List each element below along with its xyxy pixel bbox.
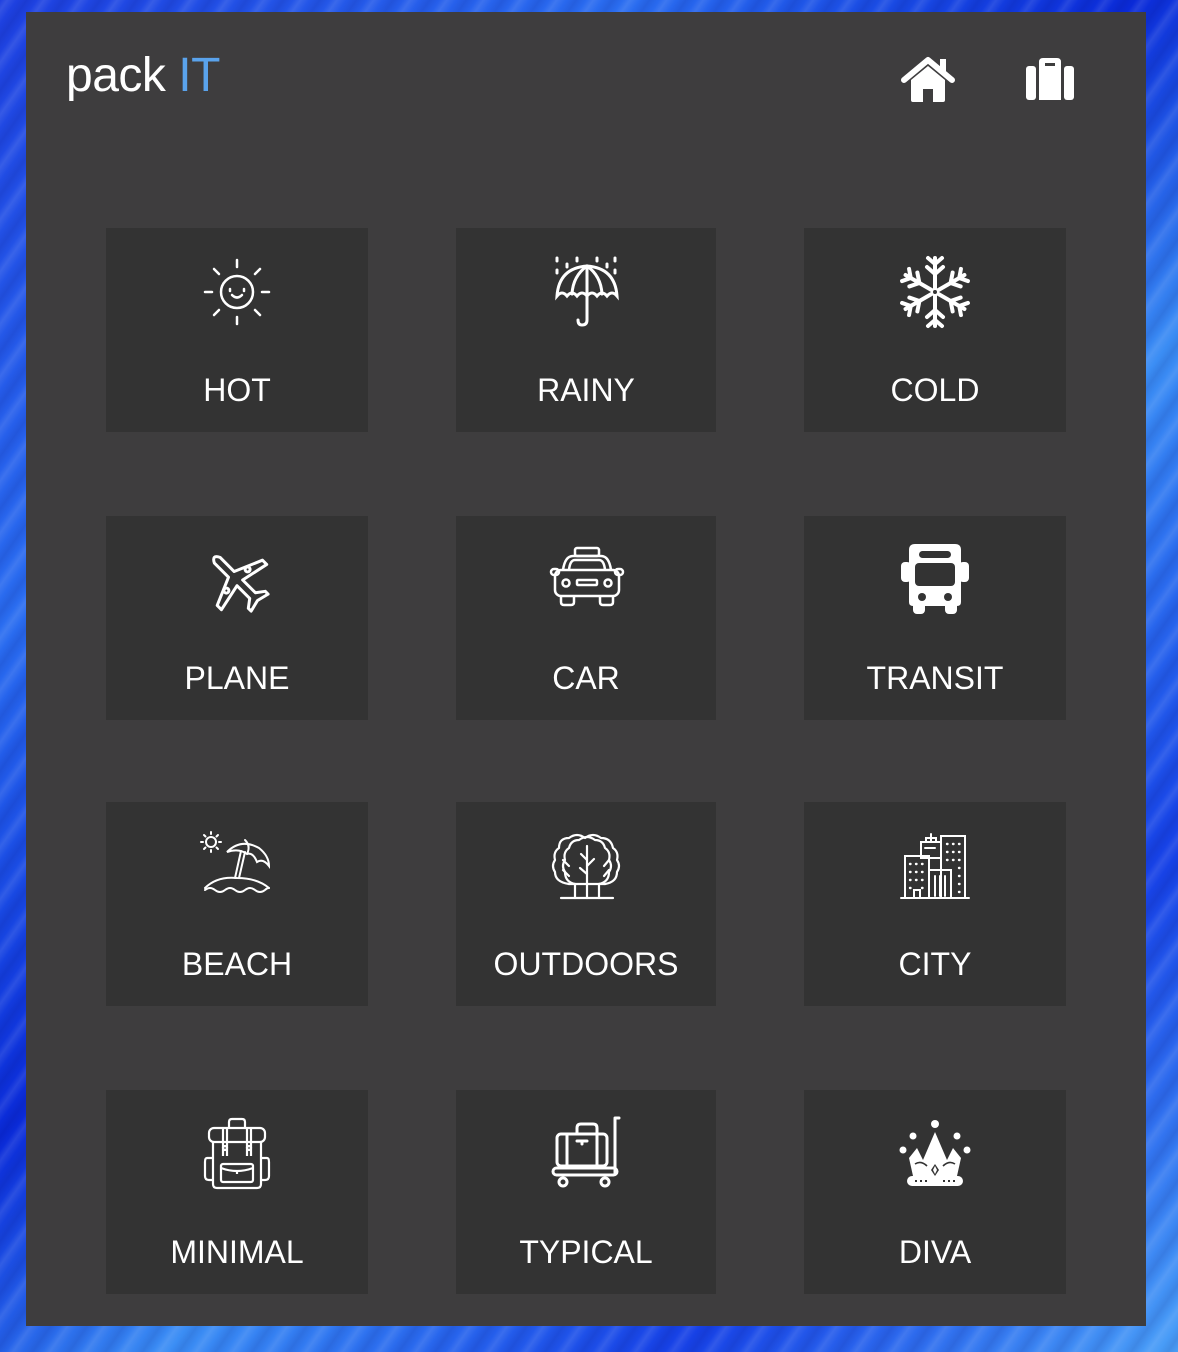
suitcase-icon [1024,56,1076,104]
app-logo[interactable]: pack IT [66,48,220,104]
category-label: HOT [203,372,271,408]
trees-icon [547,826,627,906]
category-label: COLD [890,372,980,408]
category-minimal[interactable]: MINIMAL [106,1090,368,1294]
home-button[interactable] [898,52,958,108]
umbrella-rain-icon [547,252,627,332]
app-panel: pack IT HOT RAINY COLD PLANE CAR TRANSIT… [26,12,1146,1326]
category-label: BEACH [181,946,293,982]
category-label: CAR [552,660,620,696]
buildings-icon [895,826,975,906]
category-beach[interactable]: BEACH [106,802,368,1006]
crown-icon [895,1114,975,1194]
category-label: DIVA [898,1234,972,1270]
category-cold[interactable]: COLD [804,228,1066,432]
category-label: PLANE [184,660,290,696]
sun-icon [197,252,277,332]
logo-accent: IT [178,49,220,102]
category-outdoors[interactable]: OUTDOORS [456,802,716,1006]
beach-umbrella-icon [197,826,277,906]
snowflake-icon [895,252,975,332]
logo-text: pack [66,49,166,102]
category-label: TRANSIT [866,660,1004,696]
category-label: OUTDOORS [493,946,679,982]
category-transit[interactable]: TRANSIT [804,516,1066,720]
category-diva[interactable]: DIVA [804,1090,1066,1294]
category-hot[interactable]: HOT [106,228,368,432]
luggage-cart-icon [547,1114,627,1194]
category-label: RAINY [537,372,635,408]
category-car[interactable]: CAR [456,516,716,720]
category-label: CITY [898,946,972,982]
category-city[interactable]: CITY [804,802,1066,1006]
suitcase-button[interactable] [1020,52,1080,108]
category-typical[interactable]: TYPICAL [456,1090,716,1294]
category-label: TYPICAL [519,1234,653,1270]
car-icon [547,540,627,620]
backpack-icon [197,1114,277,1194]
category-label: MINIMAL [170,1234,304,1270]
category-rainy[interactable]: RAINY [456,228,716,432]
home-icon [900,56,956,104]
bus-icon [895,540,975,620]
airplane-icon [197,540,277,620]
category-plane[interactable]: PLANE [106,516,368,720]
